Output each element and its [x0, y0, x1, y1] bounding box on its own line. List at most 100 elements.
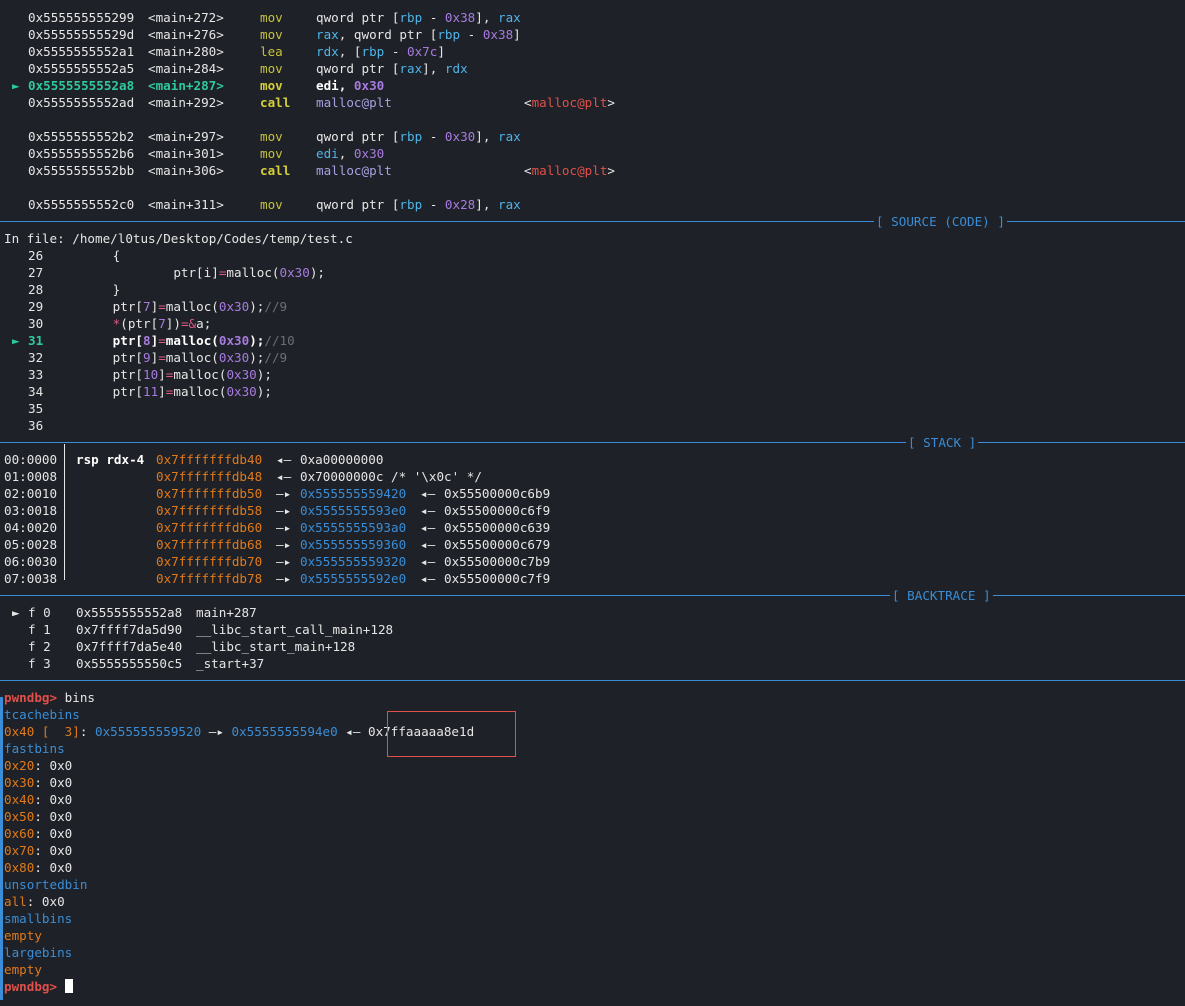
instruction-symbol: <main+272>: [148, 10, 224, 25]
code-token: ptr[: [52, 384, 143, 399]
current-instruction-marker-icon: ►: [12, 78, 20, 93]
code-token: ptr[: [52, 350, 143, 365]
operand-token: 0x30: [444, 129, 476, 144]
fastbin-value: 0x0: [49, 775, 73, 790]
code-token: ]): [165, 316, 181, 331]
operand-token: qword ptr [: [316, 10, 400, 25]
code-token: malloc(: [226, 265, 280, 280]
stack-address: 0x7fffffffdb60: [156, 520, 263, 535]
prompt: pwndbg>: [4, 690, 58, 705]
current-line-marker-icon: ►: [12, 333, 20, 348]
stack-address: 0x7fffffffdb70: [156, 554, 263, 569]
instruction-mnemonic: mov: [260, 27, 283, 42]
instruction-address: 0x5555555552bb: [28, 163, 135, 178]
instruction-operands: qword ptr [rax], rdx: [316, 60, 468, 77]
instruction-address: 0x5555555552a5: [28, 61, 135, 76]
stack-index: 00:0000: [4, 452, 58, 467]
fastbin-entry: 0x40: 0x0: [4, 792, 73, 807]
stack-row: 00:0000 rsp rdx-4 0x7fffffffdb40 ◂— 0xa00000…: [4, 451, 1185, 468]
backtrace-section-separator: [ BACKTRACE ]: [0, 587, 1185, 604]
frame-number: f 1: [28, 622, 51, 637]
stack-arrow: —▸: [276, 503, 292, 518]
code-token: 0x30: [218, 299, 250, 314]
text-cursor[interactable]: [64, 979, 73, 993]
tcache-chunk-2: 0x5555555594e0: [231, 724, 338, 739]
code-token: malloc(: [165, 333, 219, 348]
stack-pointer-value: 0x555555559360: [300, 537, 407, 552]
instruction-symbol: <main+306>: [148, 163, 224, 178]
operand-token: rdx: [316, 44, 339, 59]
instruction-symbol: <main+311>: [148, 197, 224, 212]
instruction-address: 0x5555555552c0: [28, 197, 135, 212]
fastbins-list: 0x20: 0x0 0x30: 0x0 0x40: 0x0 0x50: 0x0 0x60…: [4, 757, 1185, 876]
line-number: 36: [28, 418, 44, 433]
stack-registers: rsp rdx-4: [76, 452, 145, 467]
stack-value: 0x55500000c679: [444, 537, 551, 552]
line-number: 28: [28, 282, 44, 297]
operand-token: rbp: [399, 129, 423, 144]
code-token: ptr[i]: [52, 265, 219, 280]
instruction-address: 0x5555555552b2: [28, 129, 135, 144]
code-token: //9: [264, 350, 288, 365]
frame-symbol: main+287: [196, 605, 257, 620]
smallbins-title: smallbins: [4, 911, 73, 926]
fastbin-entry: 0x20: 0x0: [4, 758, 73, 773]
tcache-chunk-1: 0x555555559520: [95, 724, 202, 739]
disasm-line: 0x5555555552b2 <main+297> mov qword ptr [rb…: [4, 128, 1185, 145]
operand-token: rax: [498, 10, 521, 25]
operand-token: 0x28: [444, 197, 476, 212]
output-left-bar: [0, 697, 3, 1000]
largebins-title: largebins: [4, 945, 73, 960]
stack-value: 0x55500000c7f9: [444, 571, 551, 586]
stack-arrow: —▸: [276, 520, 292, 535]
tcache-sep: :: [79, 724, 96, 739]
code-token: );: [309, 265, 325, 280]
stack-index: 02:0010: [4, 486, 58, 501]
command-input-line[interactable]: pwndbg>: [4, 978, 1185, 995]
stack-arrow: —▸: [276, 537, 292, 552]
fastbin-value: 0x0: [49, 792, 73, 807]
operand-token: rbp: [361, 44, 385, 59]
fastbins-title: fastbins: [4, 741, 65, 756]
call-target: <malloc@plt>: [524, 95, 616, 110]
disasm-line: 0x5555555552ad <main+292> call malloc@plt <m…: [4, 94, 1185, 111]
operand-token: 0x30: [353, 78, 385, 93]
frame-symbol: _start+37: [196, 656, 265, 671]
operand-token: -: [422, 129, 445, 144]
disasm-line: ► 0x5555555552a8 <main+287> mov edi, 0x30: [4, 77, 1185, 94]
operand-token: ,: [338, 78, 354, 93]
fastbin-entry: 0x60: 0x0: [4, 826, 73, 841]
stack-row: 04:0020 0x7fffffffdb60 —▸ 0x5555555593a0 ◂— 0…: [4, 519, 1185, 536]
stack-arrow: ◂—: [420, 520, 436, 535]
stack-arrow: ◂—: [420, 537, 436, 552]
disasm-line: 0x5555555552a5 <main+284> mov qword ptr [ra…: [4, 60, 1185, 77]
fastbin-size: 0x40: [4, 792, 35, 807]
instruction-operands: qword ptr [rbp - 0x30], rax: [316, 128, 521, 145]
stack-section-separator: [ STACK ]: [0, 434, 1185, 451]
operand-token: ,: [338, 146, 354, 161]
fastbin-entry: 0x50: 0x0: [4, 809, 73, 824]
fastbin-entry: 0x30: 0x0: [4, 775, 73, 790]
source-line: 32 ptr[9]=malloc(0x30);//9: [4, 349, 1185, 366]
operand-token: rax: [498, 129, 521, 144]
code-token: ]: [158, 367, 166, 382]
operand-token: edi: [316, 78, 339, 93]
code-token: 7: [158, 316, 166, 331]
tcache-size: 0x40: [4, 724, 35, 739]
code-token: 11: [143, 384, 159, 399]
line-number: 35: [28, 401, 44, 416]
operand-token: ],: [475, 10, 498, 25]
unsorted-all-label: all: [4, 894, 27, 909]
operand-token: rbp: [399, 197, 423, 212]
unsortedbin-title: unsortedbin: [4, 877, 88, 892]
operand-token: rbp: [399, 10, 423, 25]
operand-token: -: [422, 197, 445, 212]
operand-token: malloc@plt: [316, 95, 392, 110]
operand-token: ],: [422, 61, 445, 76]
instruction-address: 0x5555555552a1: [28, 44, 135, 59]
code-token: 10: [143, 367, 159, 382]
disasm-line: 0x5555555552a1 <main+280> lea rdx, [rbp - 0…: [4, 43, 1185, 60]
stack-row: 06:0030 0x7fffffffdb70 —▸ 0x555555559320 ◂— 0…: [4, 553, 1185, 570]
code-token: malloc(: [173, 384, 227, 399]
